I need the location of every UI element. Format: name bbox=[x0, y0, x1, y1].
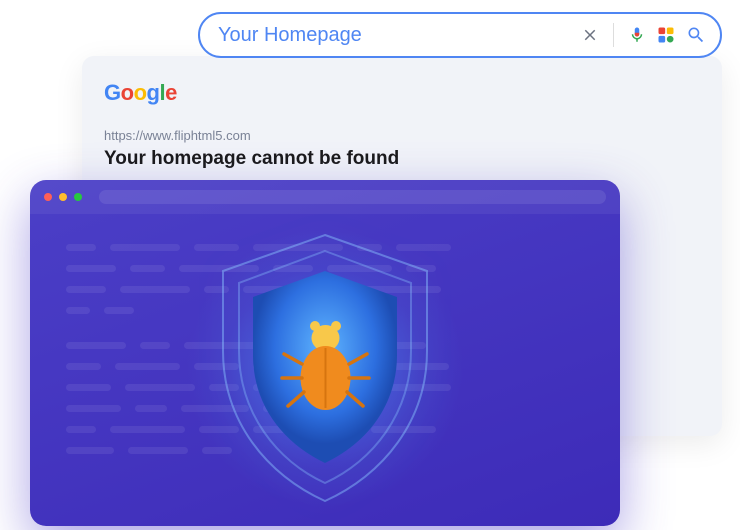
search-icon[interactable] bbox=[686, 25, 706, 45]
window-topbar bbox=[30, 180, 620, 214]
protected-window bbox=[30, 180, 620, 526]
bug-icon bbox=[278, 316, 373, 421]
search-query: Your Homepage bbox=[218, 24, 571, 47]
minimize-dot-icon[interactable] bbox=[59, 193, 67, 201]
result-title: Your homepage cannot be found bbox=[104, 148, 399, 170]
lens-icon[interactable] bbox=[656, 25, 676, 45]
close-dot-icon[interactable] bbox=[44, 193, 52, 201]
maximize-dot-icon[interactable] bbox=[74, 193, 82, 201]
search-bar[interactable]: Your Homepage bbox=[198, 12, 722, 58]
clear-icon[interactable] bbox=[581, 26, 599, 44]
google-logo: Google bbox=[104, 80, 177, 106]
divider bbox=[613, 23, 614, 47]
address-placeholder bbox=[99, 190, 606, 204]
shield-graphic bbox=[195, 228, 455, 508]
mic-icon[interactable] bbox=[628, 24, 646, 46]
result-url: https://www.fliphtml5.com bbox=[104, 128, 251, 143]
